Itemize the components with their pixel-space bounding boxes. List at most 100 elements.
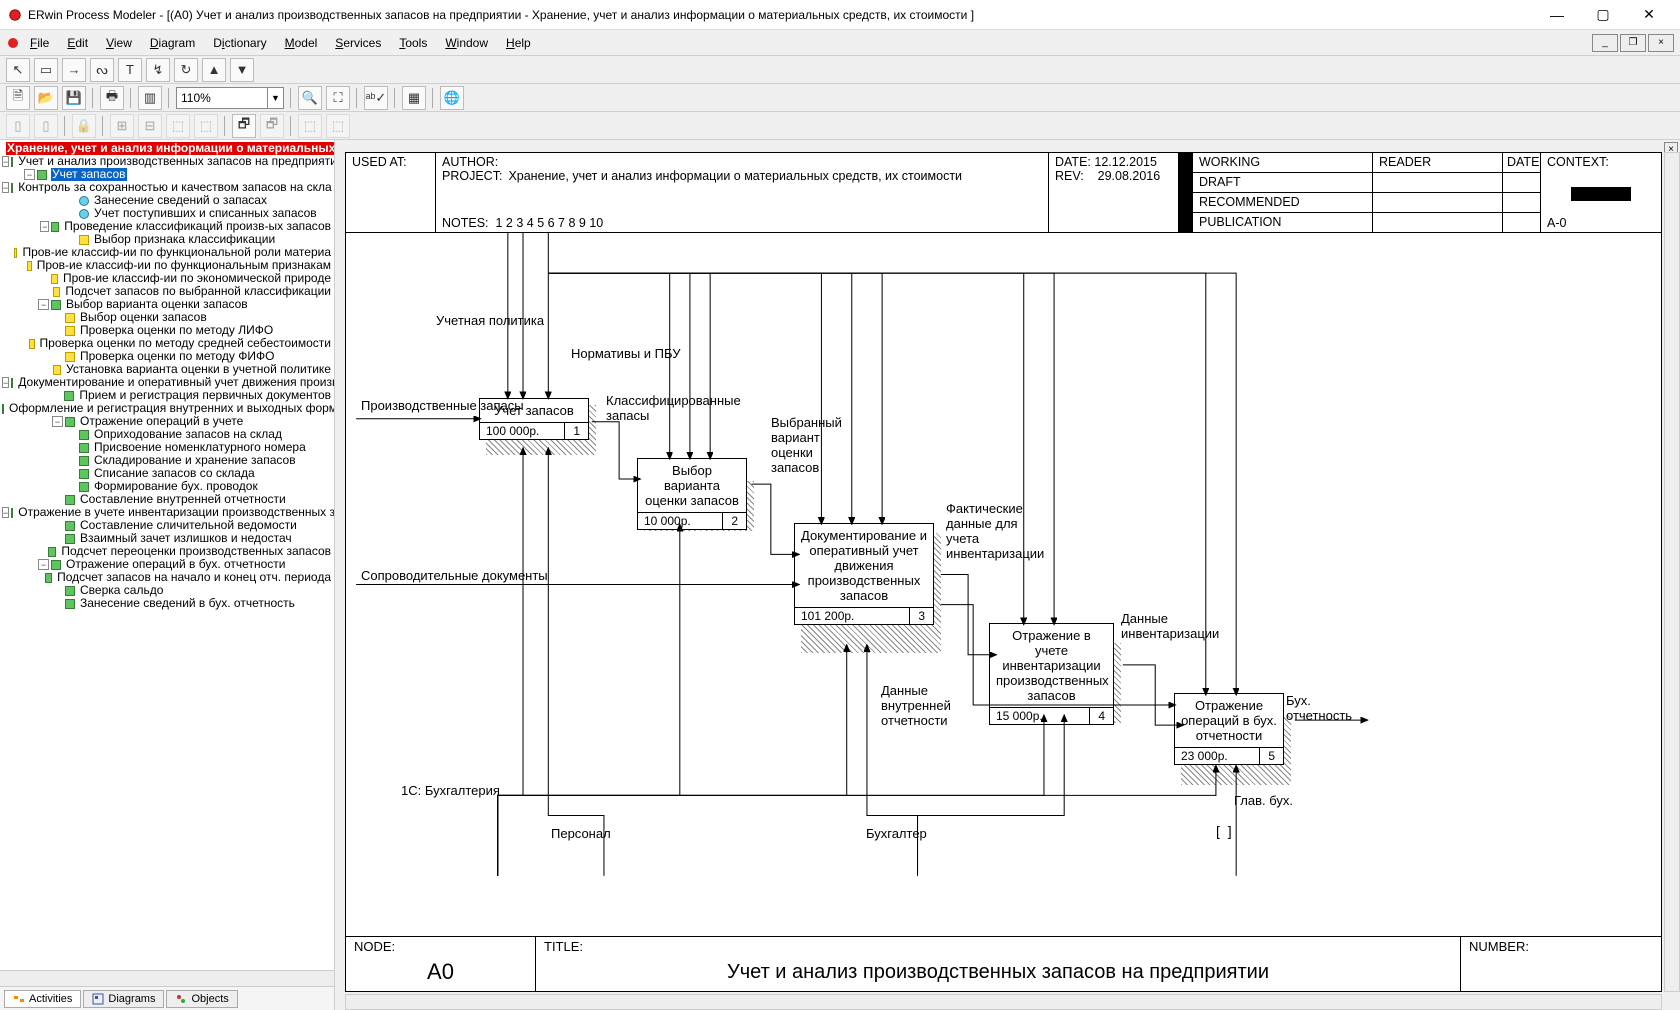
tree-item[interactable]: Занесение сведений в бух. отчетность [0, 597, 334, 610]
child-minimize[interactable]: _ [1592, 34, 1618, 52]
window-title: ERwin Process Modeler - [(A0) Учет и ана… [28, 8, 1534, 22]
activity-icon [79, 443, 89, 453]
tree-collapse-icon[interactable]: − [38, 299, 49, 310]
activity-icon [11, 378, 13, 388]
activity-icon [64, 391, 74, 401]
tree-collapse-icon[interactable]: − [2, 156, 9, 167]
text-tool[interactable]: T [118, 58, 142, 82]
color-button[interactable]: ▥ [138, 86, 162, 110]
activity-icon [79, 469, 89, 479]
activity-icon [27, 261, 32, 271]
goto-parent[interactable]: ▲ [202, 58, 226, 82]
menu-dictionary[interactable]: Dictionary [205, 33, 274, 53]
menu-services[interactable]: Services [327, 33, 389, 53]
minimize-button[interactable]: — [1534, 1, 1580, 29]
activity-icon [65, 417, 75, 427]
menu-diagram[interactable]: Diagram [142, 33, 203, 53]
activity-icon [2, 404, 4, 414]
tree-scroll[interactable]: Хранение, учет и анализ информации о мат… [0, 140, 334, 970]
toolbar-alignment: ▯ ▯ 🔒 ⊞ ⊟ ⬚ ⬚ 🗗 🗗 ⬚ ⬚ [0, 112, 1680, 140]
new-button[interactable]: 🗎 [6, 86, 30, 110]
pointer-tool[interactable]: ↖ [6, 58, 30, 82]
tab-diagrams[interactable]: Diagrams [83, 990, 164, 1008]
spellcheck-button[interactable]: ᵃᵇ✓ [364, 86, 388, 110]
activity-icon [65, 599, 75, 609]
print-button[interactable]: 🖶 [100, 86, 124, 110]
activity-box-5[interactable]: Отражение операций в бух. отчетности 23 … [1174, 693, 1284, 765]
header-marker [1179, 153, 1193, 232]
activity-icon [79, 235, 89, 245]
activity-box-4[interactable]: Отражение в учете инвентаризации произво… [989, 623, 1114, 725]
menu-edit[interactable]: Edit [59, 33, 96, 53]
header-date: DATE [1503, 153, 1541, 232]
tree-collapse-icon[interactable]: − [52, 416, 63, 427]
canvas-hscrollbar[interactable] [345, 994, 1662, 1010]
child-restore[interactable]: ❐ [1620, 34, 1646, 52]
menu-tools[interactable]: Tools [391, 33, 435, 53]
activity-icon [37, 170, 47, 180]
child-close[interactable]: × [1648, 34, 1674, 52]
refresh-tool[interactable]: ↻ [174, 58, 198, 82]
tab-objects[interactable]: Objects [166, 990, 237, 1008]
goto-child[interactable]: ▼ [230, 58, 254, 82]
squiggle-tool[interactable]: ᔓ [90, 58, 114, 82]
header-reader: READER [1373, 153, 1503, 232]
globe-button[interactable]: 🌐 [440, 86, 464, 110]
arrow-label: Бухгалтер [866, 826, 927, 841]
activity-icon [51, 222, 59, 232]
activity-icon [51, 560, 61, 570]
zoom-in-button[interactable]: 🔍 [298, 86, 322, 110]
tab-activities[interactable]: Activities [4, 990, 81, 1008]
distribute2-button: ⬚ [326, 114, 350, 138]
decompose-tool[interactable]: ↯ [146, 58, 170, 82]
tree-hscrollbar[interactable] [0, 970, 334, 986]
format2-button: 🗗 [260, 114, 284, 138]
menu-file[interactable]: File [22, 33, 57, 53]
activity-box-2[interactable]: Выбор варианта оценки запасов 10 000р.2 [637, 458, 747, 530]
menu-help[interactable]: Help [498, 33, 539, 53]
tree-collapse-icon[interactable]: − [2, 182, 9, 193]
context-box-icon [1571, 187, 1631, 201]
save-button[interactable]: 💾 [62, 86, 86, 110]
activity-icon [53, 365, 61, 375]
footer-number: NUMBER: [1461, 937, 1661, 991]
zoom-combo[interactable]: ▼ [176, 87, 284, 109]
arrow-label: Сопроводительные документы [361, 568, 548, 583]
arrow-label: Данные внутренней отчетности [881, 683, 971, 728]
canvas-vscrollbar[interactable] [1664, 152, 1680, 992]
activity-icon [51, 274, 58, 284]
tree-collapse-icon[interactable]: − [2, 377, 9, 388]
props-button[interactable]: ▦ [402, 86, 426, 110]
activity-box-3[interactable]: Документирование и оперативный учет движ… [794, 523, 934, 625]
idef0-body: Учет запасов 100 000р.1 Выбор варианта о… [346, 233, 1661, 936]
tree-collapse-icon[interactable]: − [38, 559, 49, 570]
maximize-button[interactable]: ▢ [1580, 1, 1626, 29]
idef0-sheet[interactable]: USED AT: AUTHOR: PROJECT:Хранение, учет … [345, 152, 1662, 992]
tree-collapse-icon[interactable]: − [2, 507, 9, 518]
format-button[interactable]: 🗗 [232, 114, 256, 138]
activity-icon [65, 352, 75, 362]
zoom-fit-button[interactable]: ⛶ [326, 86, 350, 110]
tree-item[interactable]: Подсчет запасов на начало и конец отч. п… [0, 571, 334, 584]
arrow-tool[interactable]: → [62, 58, 86, 82]
close-button[interactable]: ✕ [1626, 1, 1672, 29]
activity-icon [65, 495, 75, 505]
arrow-label: Глав. бух. [1234, 793, 1293, 808]
zoom-dropdown-icon[interactable]: ▼ [267, 88, 283, 108]
tree-collapse-icon[interactable]: − [24, 169, 35, 180]
tree-item[interactable]: − Учет и анализ производственных запасов… [0, 155, 334, 168]
menu-view[interactable]: View [98, 33, 140, 53]
unit-icon [79, 209, 89, 219]
menu-model[interactable]: Model [277, 33, 326, 53]
zoom-input[interactable] [177, 88, 267, 108]
arrows-layer [346, 233, 1661, 936]
open-button[interactable]: 📂 [34, 86, 58, 110]
activity-tool[interactable]: ▭ [34, 58, 58, 82]
back-button: ⬚ [194, 114, 218, 138]
objects-tab-icon [175, 993, 187, 1005]
footer-title: TITLE: Учет и анализ производственных за… [536, 937, 1461, 991]
menu-window[interactable]: Window [437, 33, 496, 53]
activity-icon [79, 430, 89, 440]
tree-collapse-icon[interactable]: − [40, 221, 49, 232]
align-center: ▯ [34, 114, 58, 138]
